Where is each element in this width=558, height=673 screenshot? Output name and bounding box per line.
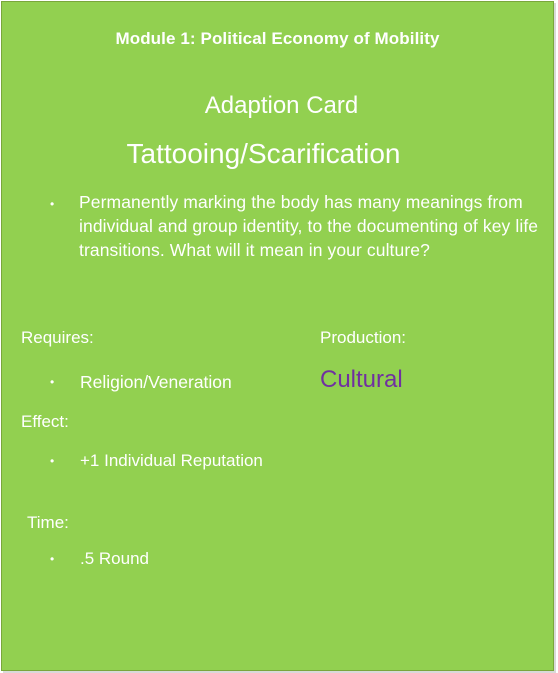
bullet-icon: • <box>50 375 55 389</box>
module-title: Module 1: Political Economy of Mobility <box>115 29 440 48</box>
bullet-icon: • <box>50 552 55 566</box>
bullet-icon: • <box>50 454 55 468</box>
requires-value: Religion/Veneration <box>80 372 232 392</box>
adaption-card: Module 1: Political Economy of Mobility … <box>1 1 554 671</box>
card-name-heading: Tattooing/Scarification <box>126 138 401 169</box>
effect-label: Effect: <box>21 412 69 431</box>
card-type-heading: Adaption Card <box>204 92 359 119</box>
effect-value: +1 Individual Reputation <box>80 451 263 470</box>
bullet-icon: • <box>50 197 55 211</box>
production-value: Cultural <box>320 366 403 393</box>
card-description: Permanently marking the body has many me… <box>79 192 539 260</box>
time-value: .5 Round <box>80 549 149 568</box>
requires-label: Requires: <box>21 328 94 347</box>
production-label: Production: <box>320 328 406 347</box>
time-label: Time: <box>27 513 69 532</box>
